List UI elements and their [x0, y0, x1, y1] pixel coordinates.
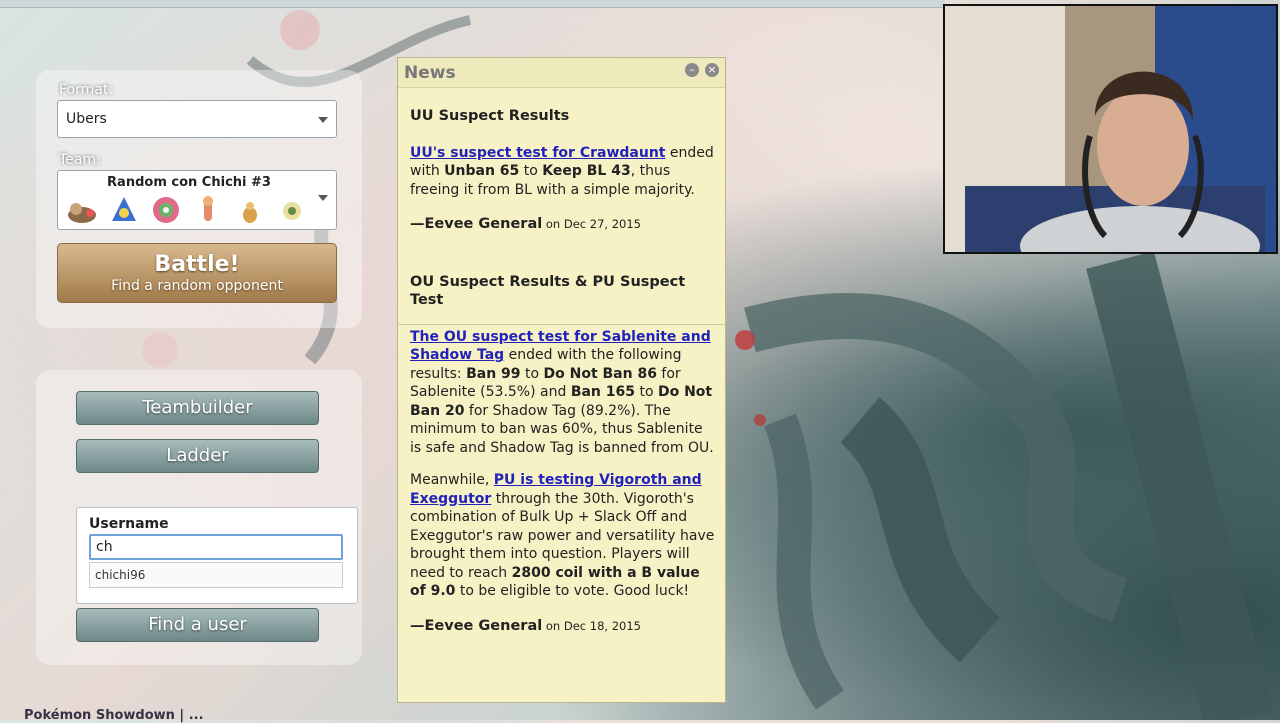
news-header: News – × [398, 58, 725, 88]
pokemon-2-icon [112, 197, 136, 221]
news-author: —Eevee General [410, 617, 543, 634]
username-input[interactable]: ch [89, 534, 343, 560]
news-item-text: The OU suspect test for Sablenite and Sh… [410, 328, 718, 458]
news-text: to [519, 163, 543, 179]
pokemon-1-icon [68, 203, 96, 223]
news-body: UU Suspect Results UU's suspect test for… [410, 87, 718, 635]
news-bold: Keep BL 43 [542, 163, 631, 179]
team-label: Team: [59, 152, 101, 168]
webcam-image [945, 6, 1276, 252]
pokemon-5-icon [243, 202, 257, 223]
news-title: News [404, 63, 456, 83]
pokemon-6-icon [283, 202, 301, 220]
username-suggestion[interactable]: chichi96 [89, 562, 343, 588]
format-label: Format: [59, 82, 114, 98]
news-text: to be eligible to vote. Good luck! [455, 583, 690, 599]
news-byline: —Eevee General on Dec 27, 2015 [410, 215, 718, 234]
chevron-down-icon [318, 117, 328, 123]
news-panel: News – × UU Suspect Results UU's suspect… [397, 57, 726, 703]
news-item-text: UU's suspect test for Crawdaunt ended wi… [410, 144, 718, 200]
news-date-prefix: on [542, 217, 564, 231]
minimize-icon[interactable]: – [685, 63, 699, 77]
format-select[interactable]: Ubers [57, 100, 337, 138]
news-byline: —Eevee General on Dec 18, 2015 [410, 617, 718, 636]
pokemon-3-icon [153, 197, 179, 223]
news-text: to [520, 365, 544, 382]
webcam-overlay [943, 4, 1278, 254]
news-bold: Unban 65 [444, 163, 520, 179]
news-item-title: UU Suspect Results [410, 108, 570, 124]
news-date-prefix: on [542, 618, 564, 633]
pokemon-4-icon [203, 196, 213, 221]
battle-button-label: Battle! [154, 252, 240, 277]
format-value: Ubers [66, 111, 107, 127]
battle-button[interactable]: Battle! Find a random opponent [57, 243, 337, 303]
chevron-down-icon [318, 195, 328, 201]
news-bold: Ban 165 [570, 384, 635, 400]
footer-links[interactable]: Pokémon Showdown | ... [24, 708, 204, 723]
username-label: Username [89, 516, 169, 532]
news-author: —Eevee General [410, 216, 543, 232]
top-bar [0, 0, 945, 8]
news-bold: Do Not Ban 86 [543, 365, 657, 382]
news-text: to [635, 384, 658, 400]
news-bold: Ban 99 [466, 365, 521, 382]
news-link[interactable]: UU's suspect test for Crawdaunt [410, 145, 665, 161]
team-select[interactable]: Random con Chichi #3 [57, 170, 337, 230]
ladder-button[interactable]: Ladder [76, 439, 319, 473]
news-text: Meanwhile, [410, 472, 494, 488]
team-sprites [64, 193, 314, 227]
news-item-text: Meanwhile, PU is testing Vigoroth and Ex… [410, 471, 718, 601]
team-value: Random con Chichi #3 [107, 175, 271, 190]
news-date: Dec 27, 2015 [563, 217, 641, 231]
teambuilder-button[interactable]: Teambuilder [76, 391, 319, 425]
close-icon[interactable]: × [705, 63, 719, 77]
find-user-button[interactable]: Find a user [76, 608, 319, 642]
find-user-box: Username ch chichi96 [76, 507, 358, 604]
news-date: Dec 18, 2015 [563, 618, 641, 633]
news-item-title: OU Suspect Results & PU Suspect Test [410, 273, 686, 309]
battle-button-sublabel: Find a random opponent [111, 278, 283, 294]
